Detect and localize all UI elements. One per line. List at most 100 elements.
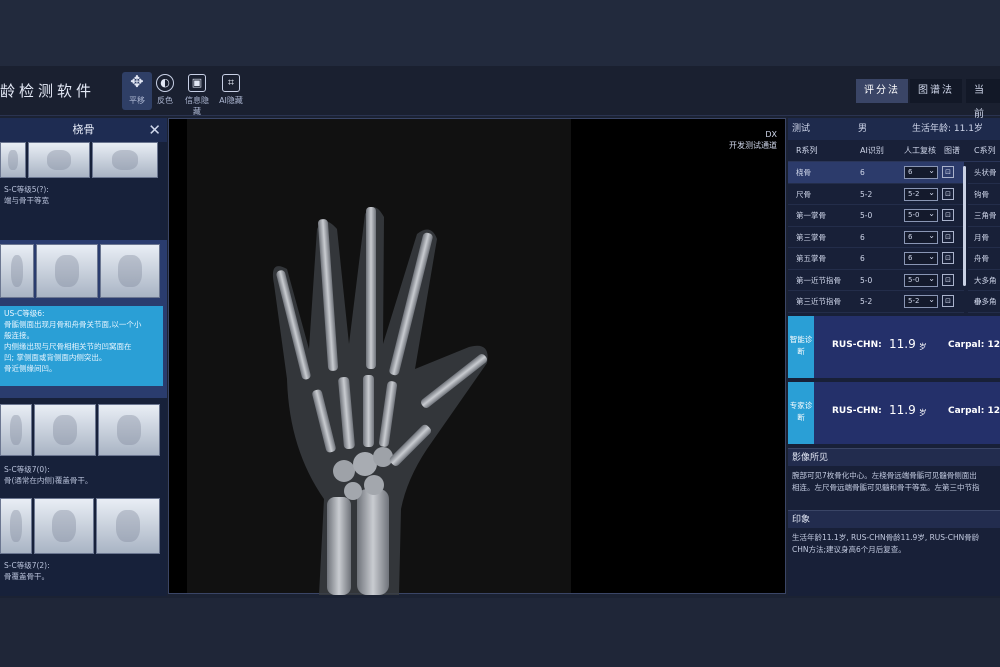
grade-line: S-C等级5(?):: [4, 185, 49, 194]
invert-icon: ◐: [156, 74, 174, 92]
move-tool-label: 平移: [129, 96, 145, 105]
manual-grade-select[interactable]: 5-0: [904, 208, 938, 222]
bone-grade-table: 桡骨 6 6 ⊡ 尺骨 5-2 5-2 ⊡ 第一掌骨 5-0 5-0 ⊡ 第三掌…: [788, 162, 1000, 327]
table-header: R系列 AI识别 人工复核 图谱 C系列: [788, 140, 1000, 162]
findings-line: 相连。左尺骨远端骨骺可见髓和骨干等宽。左第三中节指: [792, 483, 980, 492]
bone-name: 第五掌骨: [796, 254, 826, 263]
xray-viewer[interactable]: DX 开发测试通道: [168, 118, 786, 595]
grade-line: 骨(通常在内侧)覆盖骨干。: [4, 476, 93, 485]
move-tool-button[interactable]: ✥ 平移: [122, 72, 152, 110]
table-row[interactable]: 尺骨 5-2 5-2 ⊡: [788, 184, 964, 205]
grade-description: S-C等级7(0): 骨(通常在内侧)覆盖骨干。: [0, 456, 167, 498]
carpal-label: Carpal: 12: [948, 340, 1000, 350]
xray-thumbnail: [100, 244, 160, 298]
invert-tool-button[interactable]: ◐ 反色: [150, 72, 180, 110]
ai-hide-tool-button[interactable]: ⌗ AI隐藏: [216, 72, 246, 110]
table-row[interactable]: 第三近节指骨 5-2 5-2 ⊡: [788, 291, 964, 313]
app-title: 龄检测软件: [0, 82, 96, 100]
grade-thumbnails: [0, 498, 167, 554]
manual-grade-select[interactable]: 6: [904, 251, 938, 265]
atlas-image-icon[interactable]: ⊡: [942, 230, 954, 243]
xray-thumbnail: [92, 142, 158, 178]
c-series-item[interactable]: 舟骨: [968, 248, 1000, 270]
xray-thumbnail: [34, 404, 96, 456]
atlas-image-icon[interactable]: ⊡: [942, 273, 954, 286]
manual-grade-select[interactable]: 5-0: [904, 273, 938, 287]
grade-block-selected[interactable]: US-C等级6: 骨骺侧面出现月骨和舟骨关节面,以一个小 般连接。 内侧缘出现与…: [0, 240, 167, 398]
grade-block-4[interactable]: S-C等级7(2): 骨覆盖骨干。: [0, 498, 167, 590]
atlas-image-icon[interactable]: ⊡: [942, 166, 954, 178]
table-row[interactable]: 桡骨 6 6 ⊡: [788, 162, 964, 184]
c-series-item[interactable]: 钩骨: [968, 184, 1000, 205]
modality-label: DX: [765, 130, 777, 139]
atlas-image-icon[interactable]: ⊡: [942, 252, 954, 264]
atlas-method-button[interactable]: 图谱法: [910, 79, 962, 103]
table-scrollbar[interactable]: [963, 166, 966, 286]
ai-hide-tool-label: AI隐藏: [219, 96, 243, 105]
right-panel: 测试 男 生活年龄: 11.1岁 R系列 AI识别 人工复核 图谱 C系列 桡骨…: [788, 118, 1000, 596]
table-row[interactable]: 第三掌骨 6 6 ⊡: [788, 227, 964, 248]
grade-line: S-C等级7(0):: [4, 465, 50, 474]
toolbar: 龄检测软件 ✥ 平移 ◐ 反色 ▣ 信息隐藏 ⌗ AI隐藏 评分法 图谱法 当前: [0, 66, 1000, 120]
col-atlas: 图谱: [944, 146, 960, 155]
atlas-image-icon[interactable]: ⊡: [942, 187, 954, 200]
left-panel-header: 桡骨 ✕: [0, 118, 167, 142]
bone-age-unit: 岁: [919, 408, 927, 417]
c-series-item[interactable]: 头状骨: [968, 162, 1000, 184]
c-series-item[interactable]: 月骨: [968, 227, 1000, 248]
close-icon[interactable]: ✕: [148, 118, 161, 142]
patient-sex: 男: [858, 124, 868, 134]
c-series-item[interactable]: 三角骨: [968, 205, 1000, 227]
hide-info-tool-button[interactable]: ▣ 信息隐藏: [182, 72, 212, 116]
table-row[interactable]: 第一掌骨 5-0 5-0 ⊡: [788, 205, 964, 227]
carpal-label: Carpal: 12: [948, 406, 1000, 416]
grade-line: 内侧缘出现与尺骨相相关节的凹窝面在: [4, 342, 132, 351]
ai-grade: 5-0: [860, 211, 873, 220]
grade-description: S-C等级5(?): 端与骨干等宽: [0, 178, 167, 240]
col-r-series: R系列: [796, 146, 818, 155]
xray-thumbnail: [28, 142, 90, 178]
current-button[interactable]: 当前: [966, 79, 1000, 120]
atlas-image-icon[interactable]: ⊡: [942, 295, 954, 307]
expert-diagnosis-card: 专家诊断 RUS-CHN: 11.9 岁 Carpal: 12: [788, 382, 1000, 444]
c-series-item[interactable]: 小多角骨: [968, 291, 1000, 327]
grade-line: S-C等级7(2):: [4, 561, 50, 570]
grade-description: S-C等级7(2): 骨覆盖骨干。: [0, 554, 167, 590]
manual-grade-select[interactable]: 6: [904, 165, 938, 179]
ai-grade: 6: [860, 254, 865, 263]
findings-text[interactable]: 腕部可见7枚骨化中心。左桡骨远端骨骺可见髓骨侧面出 相连。左尺骨远端骨骺可见髓和…: [788, 466, 1000, 510]
move-icon: ✥: [130, 72, 144, 91]
hand-xray-image: [272, 207, 488, 595]
top-band: [0, 0, 1000, 66]
atlas-image-icon[interactable]: ⊡: [942, 209, 954, 221]
xray-thumbnail: [98, 404, 160, 456]
bone-name: 第三掌骨: [796, 232, 826, 242]
grade-block-3[interactable]: S-C等级7(0): 骨(通常在内侧)覆盖骨干。: [0, 404, 167, 498]
hide-info-tool-label: 信息隐藏: [185, 96, 209, 116]
manual-grade-select[interactable]: 5-2: [904, 294, 938, 308]
grade-line: US-C等级6:: [4, 309, 45, 318]
c-series-column: 头状骨 钩骨 三角骨 月骨 舟骨 大多角骨 小多角骨: [968, 162, 1000, 327]
diagnosis-tag: 智能诊断: [788, 316, 814, 378]
table-row[interactable]: 第一近节指骨 5-0 5-0 ⊡: [788, 270, 964, 291]
col-ai: AI识别: [860, 146, 884, 155]
bone-age-value: 11.9: [889, 337, 916, 351]
rus-chn-label: RUS-CHN:: [832, 340, 882, 350]
manual-grade-select[interactable]: 6: [904, 230, 938, 244]
findings-line: 腕部可见7枚骨化中心。左桡骨远端骨骺可见髓骨侧面出: [792, 471, 977, 480]
hide-info-icon: ▣: [188, 74, 206, 92]
col-manual: 人工复核: [904, 146, 936, 155]
grade-block-1[interactable]: S-C等级5(?): 端与骨干等宽: [0, 142, 167, 240]
grade-line: 骨骺侧面出现月骨和舟骨关节面,以一个小: [4, 320, 142, 329]
channel-label: 开发测试通道: [729, 141, 777, 150]
bone-name: 桡骨: [796, 168, 811, 177]
table-row[interactable]: 第五掌骨 6 6 ⊡: [788, 248, 964, 270]
manual-grade-select[interactable]: 5-2: [904, 187, 938, 201]
impression-text[interactable]: 生活年龄11.1岁, RUS-CHN骨龄11.9岁, RUS-CHN骨龄 CHN…: [788, 528, 1000, 572]
patient-info-bar: 测试 男 生活年龄: 11.1岁: [788, 118, 1000, 140]
bottom-band: [0, 598, 1000, 667]
xray-thumbnail: [96, 498, 160, 554]
c-series-item[interactable]: 大多角骨: [968, 270, 1000, 306]
scoring-method-button[interactable]: 评分法: [856, 79, 908, 103]
xray-thumbnail: [36, 244, 98, 298]
